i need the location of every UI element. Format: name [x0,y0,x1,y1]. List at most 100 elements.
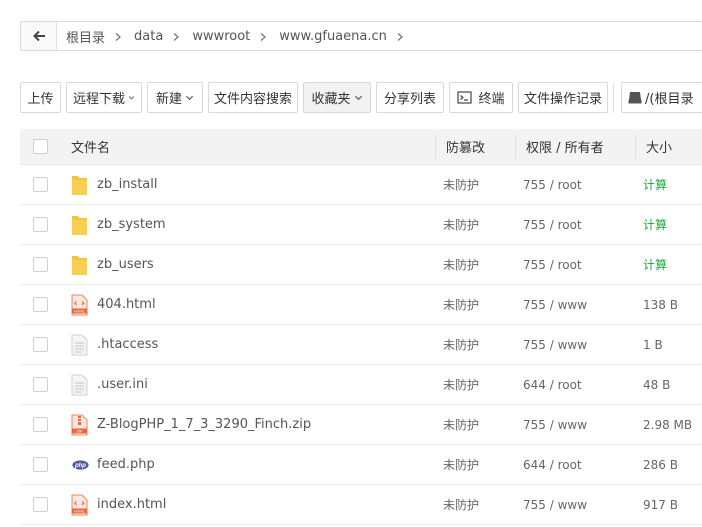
perm-owner[interactable]: 755 / root [523,245,582,284]
file-name-cell[interactable]: HTML 404.html [71,285,156,324]
upload-button[interactable]: 上传 [20,82,61,113]
protect-status[interactable]: 未防护 [443,365,479,404]
file-name[interactable]: zb_users [97,257,154,272]
favorites-button[interactable]: 收藏夹 [303,82,371,113]
header-size[interactable]: 大小 [646,129,672,164]
protect-status[interactable]: 未防护 [443,205,479,244]
row-checkbox[interactable] [33,497,48,512]
size-text: 917 B [643,497,678,512]
svg-text:ZIP: ZIP [76,428,83,433]
crumb-data[interactable]: data [125,29,181,44]
perm-owner[interactable]: 644 / root [523,365,582,404]
row-checkbox-cell [33,325,48,364]
back-button[interactable] [21,22,57,50]
remote-download-button[interactable]: 远程下载 [66,82,142,113]
file-name-cell[interactable]: HTML index.html [71,485,166,524]
protect-text: 未防护 [443,258,480,272]
column-divider [635,135,636,159]
file-name[interactable]: 404.html [97,297,156,312]
protect-text: 未防护 [443,338,480,352]
row-checkbox[interactable] [33,177,48,192]
file-size: 48 B [643,365,670,404]
calc-size-link[interactable]: 计算 [643,165,667,204]
new-button[interactable]: 新建 [147,82,203,113]
row-checkbox-cell [33,405,48,444]
terminal-button[interactable]: 终端 [449,82,513,113]
crumb-site[interactable]: www.gfuaena.cn [270,29,405,44]
row-checkbox[interactable] [33,417,48,432]
perm-text: 755 / root [523,257,582,272]
file-name-cell[interactable]: .htaccess [71,325,158,364]
table-row[interactable]: HTML index.html 未防护 755 / www 917 B [20,485,702,525]
protect-status[interactable]: 未防护 [443,285,479,324]
protect-text: 未防护 [443,218,480,232]
row-checkbox-cell [33,485,48,524]
file-name-cell[interactable]: zb_install [71,165,158,204]
row-checkbox[interactable] [33,377,48,392]
protect-status[interactable]: 未防护 [443,485,479,524]
crumb-root[interactable]: 根目录 [57,27,123,46]
perm-owner[interactable]: 644 / root [523,445,582,484]
text-file-icon [71,374,88,396]
table-row[interactable]: .htaccess 未防护 755 / www 1 B [20,325,702,365]
file-name[interactable]: feed.php [97,457,155,472]
text-file-icon [71,334,88,356]
row-checkbox[interactable] [33,457,48,472]
table-row[interactable]: zb_users 未防护 755 / root 计算 [20,245,702,285]
file-name-cell[interactable]: zb_system [71,205,166,244]
file-name[interactable]: .htaccess [97,337,158,352]
perm-text: 755 / root [523,217,582,232]
chevron-right-icon [258,31,268,41]
file-name[interactable]: .user.ini [97,377,148,392]
file-name[interactable]: Z-BlogPHP_1_7_3_3290_Finch.zip [97,417,311,432]
perm-owner[interactable]: 755 / root [523,205,582,244]
perm-owner[interactable]: 755 / root [523,165,582,204]
file-name[interactable]: index.html [97,497,166,512]
calc-size-link[interactable]: 计算 [643,245,667,284]
row-checkbox[interactable] [33,337,48,352]
crumb-label: 根目录 [66,30,106,46]
header-name[interactable]: 文件名 [71,129,110,164]
protect-text: 未防护 [443,418,480,432]
table-row[interactable]: .user.ini 未防护 644 / root 48 B [20,365,702,405]
protect-status[interactable]: 未防护 [443,405,479,444]
disk-button[interactable]: /(根目录 [621,82,702,113]
perm-owner[interactable]: 755 / www [523,485,587,524]
file-name-cell[interactable]: php feed.php [71,445,155,484]
file-log-button[interactable]: 文件操作记录 [518,82,608,113]
table-row[interactable]: zb_install 未防护 755 / root 计算 [20,165,702,205]
chevron-right-icon [171,31,181,41]
table-row[interactable]: HTML 404.html 未防护 755 / www 138 B [20,285,702,325]
header-checkbox-cell [33,129,48,164]
file-name[interactable]: zb_system [97,217,166,232]
calc-size-link[interactable]: 计算 [643,205,667,244]
protect-status[interactable]: 未防护 [443,325,479,364]
protect-status[interactable]: 未防护 [443,445,479,484]
row-checkbox[interactable] [33,297,48,312]
size-text: 计算 [643,178,668,192]
perm-owner[interactable]: 755 / www [523,405,587,444]
table-row[interactable]: zb_system 未防护 755 / root 计算 [20,205,702,245]
file-name-cell[interactable]: zb_users [71,245,154,284]
row-checkbox[interactable] [33,257,48,272]
protect-status[interactable]: 未防护 [443,165,479,204]
file-name[interactable]: zb_install [97,177,158,192]
file-name-cell[interactable]: .user.ini [71,365,148,404]
row-checkbox[interactable] [33,217,48,232]
select-all-checkbox[interactable] [33,139,48,154]
content-search-button[interactable]: 文件内容搜索 [208,82,298,113]
crumb-wwwroot[interactable]: wwwroot [183,29,268,44]
header-protect[interactable]: 防篡改 [446,129,485,164]
table-row[interactable]: ZIP Z-BlogPHP_1_7_3_3290_Finch.zip 未防护 7… [20,405,702,445]
perm-owner[interactable]: 755 / www [523,325,587,364]
protect-status[interactable]: 未防护 [443,245,479,284]
content-search-label: 文件内容搜索 [214,92,293,107]
table-row[interactable]: php feed.php 未防护 644 / root 286 B [20,445,702,485]
share-list-button[interactable]: 分享列表 [376,82,444,113]
terminal-label: 终端 [478,92,505,107]
file-name-cell[interactable]: ZIP Z-BlogPHP_1_7_3_3290_Finch.zip [71,405,311,444]
header-perm[interactable]: 权限 / 所有者 [526,129,604,164]
protect-text: 未防护 [443,498,480,512]
remote-download-label: 远程下载 [73,92,126,107]
perm-owner[interactable]: 755 / www [523,285,587,324]
